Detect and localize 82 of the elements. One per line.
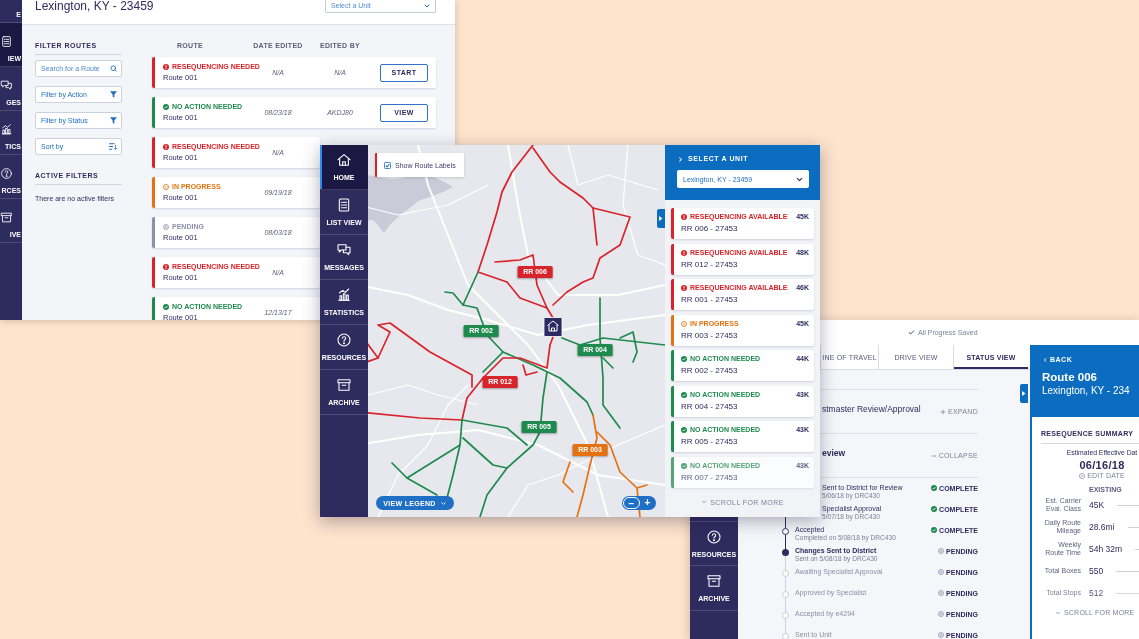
pending-icon xyxy=(938,569,945,575)
house-icon xyxy=(336,152,352,168)
metric-value: 512 xyxy=(1089,588,1104,598)
alert-icon xyxy=(163,64,169,70)
chevron-down-icon xyxy=(439,499,447,507)
checklist-icon xyxy=(336,197,352,213)
route-title: Route 006 xyxy=(1042,371,1098,384)
check-circle-icon xyxy=(163,104,169,110)
progress-icon xyxy=(163,184,169,190)
chevron-down-icon xyxy=(701,499,708,505)
alert-icon xyxy=(163,264,169,270)
route-line[interactable] xyxy=(561,297,665,429)
check-circle-icon xyxy=(681,462,687,469)
route-name: RR 003 - 27453 xyxy=(681,330,739,341)
funnel-icon xyxy=(110,91,117,98)
check-icon xyxy=(908,329,915,336)
route-name: RR 004 - 27453 xyxy=(681,401,739,412)
alert-icon xyxy=(681,249,687,256)
route-name: RR 005 - 27453 xyxy=(681,437,739,447)
alert-icon xyxy=(163,144,169,150)
check-circle-icon xyxy=(163,304,169,310)
metric-value: 54h 32m xyxy=(1089,544,1123,554)
alert-icon xyxy=(681,214,687,220)
check-circle-icon xyxy=(931,527,938,533)
route-name: RR 007 - 27453 xyxy=(681,472,739,483)
route-line[interactable] xyxy=(444,271,594,416)
panel-toggle-button[interactable] xyxy=(657,209,665,228)
caret-icon xyxy=(1022,391,1026,396)
unit-title: Lexington, KY - 23459 xyxy=(35,0,154,12)
check-circle-icon xyxy=(681,356,687,362)
checklist-icon xyxy=(0,35,13,48)
archive-icon xyxy=(706,573,722,589)
metric-value: 28.6mi xyxy=(1089,522,1115,532)
help-icon xyxy=(706,529,722,545)
route-name: RR 006 - 27453 xyxy=(681,224,739,234)
caret-icon xyxy=(659,216,663,221)
pending-icon xyxy=(938,611,945,617)
help-icon xyxy=(336,332,352,348)
metric-value: 45K xyxy=(1089,500,1105,510)
chevron-down-icon xyxy=(1055,609,1061,616)
pending-icon xyxy=(938,632,945,638)
search-icon xyxy=(110,65,117,72)
route-name: RR 012 - 27453 xyxy=(681,259,739,270)
check-circle-icon xyxy=(931,485,938,491)
pending-icon xyxy=(938,590,945,596)
edit-icon xyxy=(1079,473,1086,479)
route-name: RR 001 - 27453 xyxy=(681,295,739,305)
route-unit: Lexington, KY - 234 xyxy=(1042,384,1131,397)
plus-icon xyxy=(939,408,946,415)
route-line[interactable] xyxy=(562,414,648,517)
metric-value: 550 xyxy=(1089,566,1104,576)
house-marker-icon[interactable] xyxy=(543,317,563,337)
chat-bubbles-icon xyxy=(336,242,352,258)
minus-icon xyxy=(930,452,937,459)
chevron-left-icon xyxy=(1042,357,1048,363)
panel-toggle-button[interactable] xyxy=(1020,384,1028,403)
pending-icon xyxy=(938,548,945,554)
help-icon xyxy=(0,167,13,180)
archive-icon xyxy=(0,211,13,224)
dot-icon xyxy=(781,548,789,556)
zoom-in-button[interactable]: + xyxy=(640,497,655,509)
chat-bubbles-icon xyxy=(0,79,13,92)
archive-icon xyxy=(336,377,352,393)
check-circle-icon xyxy=(681,391,687,398)
effective-date: 06/16/18 xyxy=(1079,459,1125,471)
route-line[interactable] xyxy=(477,145,631,319)
route-name: RR 002 - 27453 xyxy=(681,366,739,376)
chart-icon xyxy=(0,123,13,136)
progress-icon xyxy=(681,320,687,327)
chart-icon xyxy=(336,287,352,303)
pending-icon xyxy=(163,224,169,230)
funnel-icon xyxy=(110,117,117,124)
check-circle-icon xyxy=(681,427,687,433)
checkbox[interactable] xyxy=(384,161,391,169)
sort-icon xyxy=(109,143,117,150)
alert-icon xyxy=(681,285,687,291)
chevron-right-icon xyxy=(677,155,684,163)
route-line[interactable] xyxy=(368,322,554,421)
section-title: eview xyxy=(822,447,846,458)
section-title: stmaster Review/Approval xyxy=(822,403,921,414)
check-circle-icon xyxy=(931,506,938,512)
chevron-down-icon xyxy=(423,2,431,10)
